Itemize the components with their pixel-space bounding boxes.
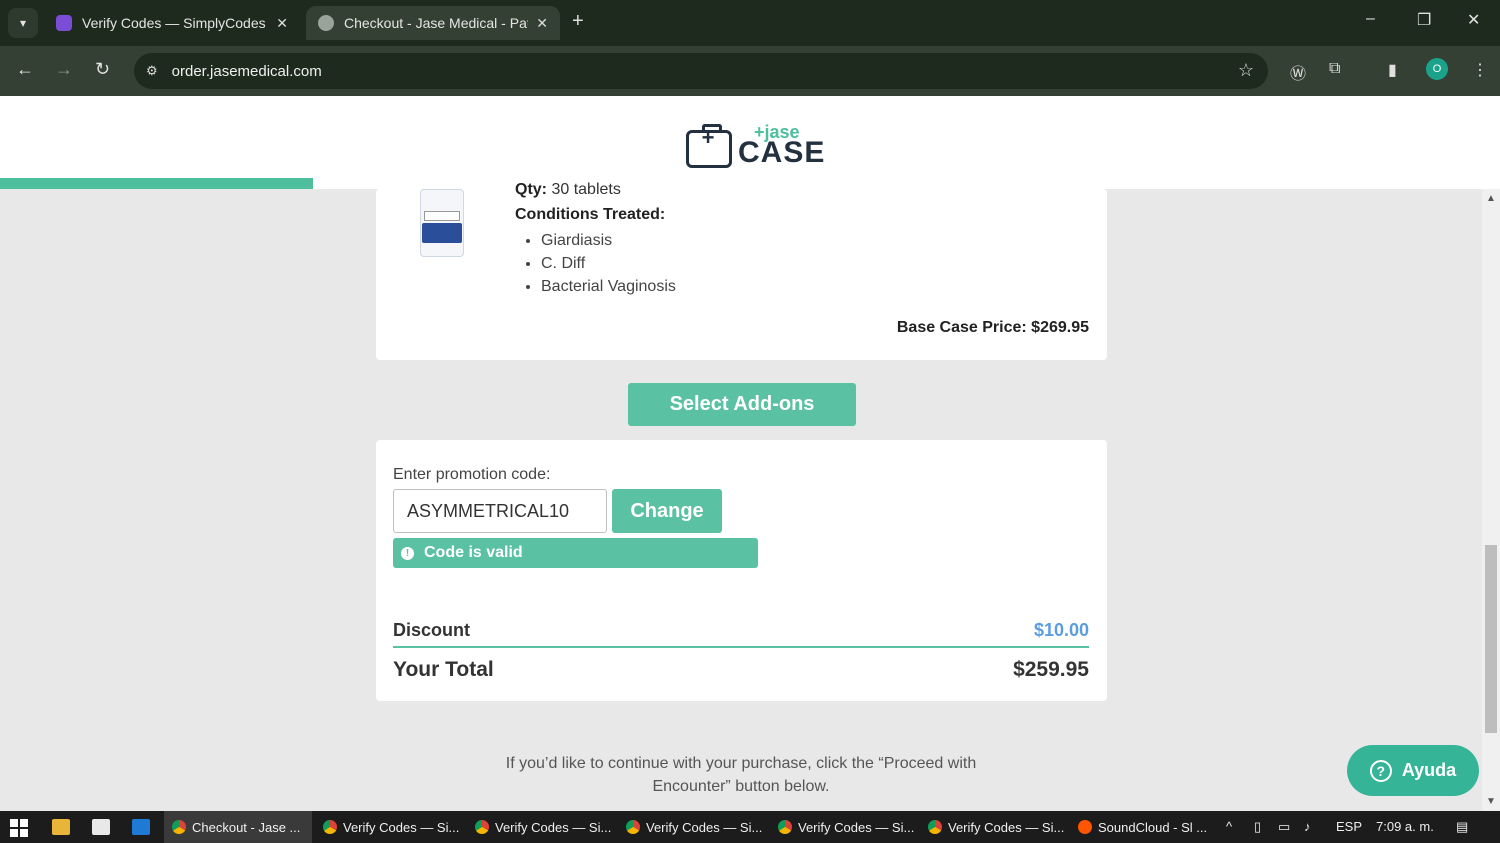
minimize-button[interactable]: –: [1366, 10, 1375, 28]
proceed-instructions: If you’d like to continue with your purc…: [505, 755, 977, 795]
menu-kebab-icon[interactable]: ⋮: [1472, 60, 1488, 80]
scroll-up-icon[interactable]: ▲: [1486, 193, 1496, 204]
browser-toolbar: ← → ↻ ⚙ order.jasemedical.com ☆ Ⓦ ⧉ ▮ O …: [0, 46, 1500, 96]
discount-value: $10.00: [1033, 620, 1089, 640]
new-tab-button[interactable]: +: [572, 10, 584, 33]
windows-taskbar: Checkout - Jase ... Verify Codes — Si...…: [0, 811, 1500, 843]
taskbar-item[interactable]: Verify Codes — Si...: [920, 811, 1068, 843]
jase-case-logo[interactable]: + +jase CASE: [686, 122, 826, 172]
checkout-progress-bar: [0, 178, 313, 189]
info-icon: !: [401, 546, 414, 560]
windows-start-icon[interactable]: [10, 819, 28, 837]
page-scrollbar[interactable]: ▲ ▼: [1482, 189, 1500, 811]
chrome-icon: [928, 820, 942, 834]
total-label: Your Total: [393, 658, 494, 681]
taskbar-item[interactable]: Verify Codes — Si...: [467, 811, 615, 843]
site-header: + +jase CASE: [0, 96, 1500, 189]
change-promo-button[interactable]: Change: [612, 489, 722, 533]
list-item: Bacterial Vaginosis: [541, 275, 676, 298]
tray-network-icon[interactable]: ▭: [1278, 819, 1290, 835]
conditions-title: Conditions Treated:: [515, 206, 666, 223]
tray-chevron-up-icon[interactable]: ^: [1226, 819, 1232, 834]
chrome-icon: [475, 820, 489, 834]
site-info-icon[interactable]: ⚙: [146, 63, 158, 79]
list-item: C. Diff: [541, 252, 676, 275]
tab-close-icon[interactable]: ✕: [536, 15, 548, 32]
extensions-puzzle-icon[interactable]: ⧉: [1329, 60, 1340, 78]
reload-button[interactable]: ↻: [95, 59, 110, 80]
taskbar-item[interactable]: Checkout - Jase ...: [164, 811, 312, 843]
tray-device-icon[interactable]: ▯: [1254, 819, 1261, 835]
discount-label: Discount: [393, 620, 471, 640]
list-item: Giardiasis: [541, 229, 676, 252]
soundcloud-icon: [1078, 820, 1092, 834]
tab-title: Checkout - Jase Medical - Patie: [344, 15, 529, 31]
taskbar-item[interactable]: Verify Codes — Si...: [315, 811, 463, 843]
chrome-icon: [172, 820, 186, 834]
tray-language[interactable]: ESP: [1336, 819, 1362, 834]
tab-checkout[interactable]: Checkout - Jase Medical - Patie ✕: [306, 6, 560, 40]
tab-search-chevron-icon[interactable]: ▾: [8, 8, 38, 38]
help-button[interactable]: ? Ayuda: [1347, 745, 1479, 796]
store-icon[interactable]: [92, 819, 110, 835]
simplycodes-favicon-icon: [56, 15, 72, 31]
tray-volume-icon[interactable]: ♪: [1304, 819, 1311, 834]
plus-cross-icon: +: [701, 125, 715, 150]
discount-row: Discount $10.00: [393, 618, 1089, 648]
conditions-list: Giardiasis C. Diff Bacterial Vaginosis: [541, 229, 676, 298]
tray-clock[interactable]: 7:09 a. m.: [1376, 819, 1434, 834]
url-text[interactable]: order.jasemedical.com: [172, 63, 322, 80]
scrollbar-thumb[interactable]: [1485, 545, 1497, 733]
help-label: Ayuda: [1401, 760, 1457, 780]
promo-valid-message: ! Code is valid: [393, 538, 758, 568]
scroll-down-icon[interactable]: ▼: [1486, 796, 1496, 807]
select-addons-button[interactable]: Select Add-ons: [628, 383, 856, 426]
forward-button[interactable]: →: [55, 59, 73, 80]
tab-verify-codes[interactable]: Verify Codes — SimplyCodes ✕: [44, 6, 300, 40]
close-window-button[interactable]: ✕: [1467, 10, 1480, 30]
browser-tab-bar: ▾ Verify Codes — SimplyCodes ✕ Checkout …: [0, 0, 1500, 46]
chrome-icon: [626, 820, 640, 834]
base-case-price: Base Case Price: $269.95: [896, 319, 1089, 336]
promo-summary-card: Enter promotion code: Change ! Code is v…: [376, 440, 1107, 701]
taskbar-item[interactable]: Verify Codes — Si...: [618, 811, 766, 843]
profile-avatar[interactable]: O: [1426, 58, 1448, 80]
mail-icon[interactable]: [132, 819, 150, 835]
promo-code-input[interactable]: [393, 489, 607, 533]
medicine-bottle-image: [418, 189, 466, 257]
file-explorer-icon[interactable]: [52, 819, 70, 835]
globe-favicon-icon: [318, 15, 334, 31]
tab-close-icon[interactable]: ✕: [276, 15, 288, 32]
help-question-icon: ?: [1369, 759, 1392, 782]
taskbar-item[interactable]: Verify Codes — Si...: [770, 811, 918, 843]
address-bar[interactable]: ⚙ order.jasemedical.com ☆: [134, 53, 1268, 89]
side-panel-icon[interactable]: ▮: [1388, 60, 1397, 80]
taskbar-item[interactable]: SoundCloud - Sl ...: [1070, 811, 1218, 843]
back-button[interactable]: ←: [16, 59, 34, 80]
restore-button[interactable]: ❐: [1417, 10, 1431, 30]
extension-w-icon[interactable]: Ⓦ: [1290, 60, 1306, 84]
bookmark-star-icon[interactable]: ☆: [1238, 60, 1254, 81]
tab-title: Verify Codes — SimplyCodes: [82, 15, 266, 31]
product-qty: Qty: 30 tablets: [515, 181, 621, 198]
chrome-icon: [778, 820, 792, 834]
promo-label: Enter promotion code:: [393, 466, 551, 483]
notifications-icon[interactable]: ▤: [1456, 819, 1468, 835]
chrome-icon: [323, 820, 337, 834]
product-card: Qty: 30 tablets Conditions Treated: Giar…: [376, 181, 1107, 360]
total-value: $259.95: [1013, 658, 1089, 681]
logo-case-text: CASE: [738, 136, 826, 169]
promo-status-text: Code is valid: [424, 544, 523, 561]
